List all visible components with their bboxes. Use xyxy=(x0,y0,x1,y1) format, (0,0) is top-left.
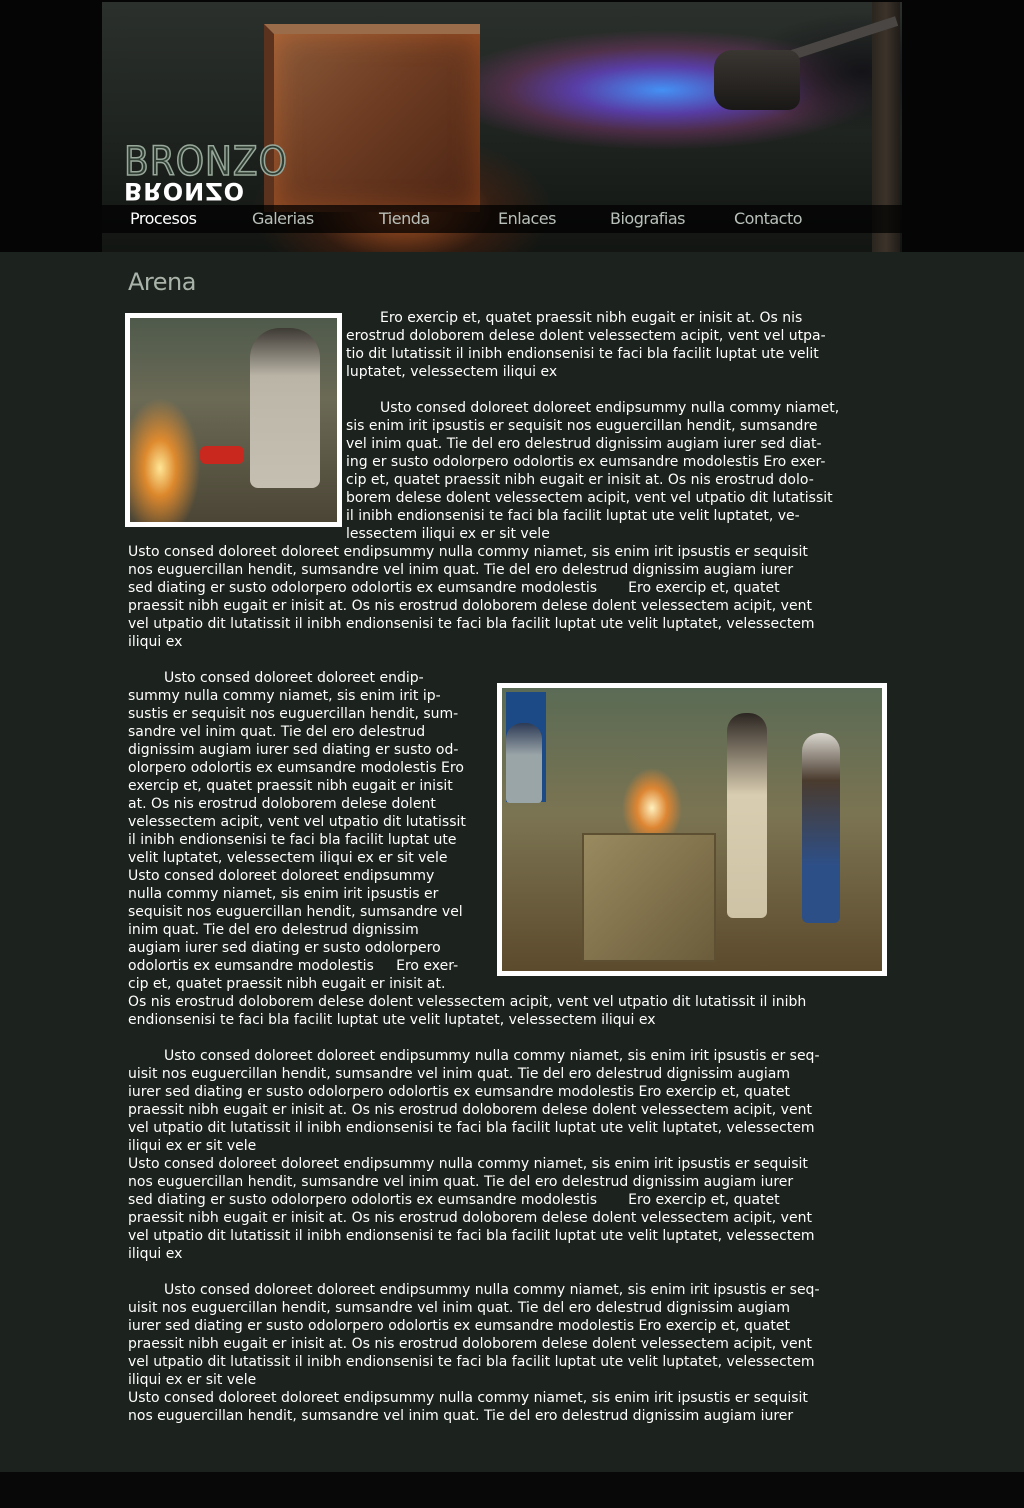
paragraph-7: Usto consed doloreet doloreet endipsummy… xyxy=(128,1281,876,1425)
text-line: sed diating er susto odolorpero odolorti… xyxy=(128,1192,780,1208)
hero-metal-block xyxy=(264,24,480,212)
text-line: vel utpatio dit lutatissit il inibh endi… xyxy=(128,1354,815,1370)
photo-content xyxy=(502,688,882,971)
paragraph-6: Usto consed doloreet doloreet endipsummy… xyxy=(128,1047,876,1263)
text-line: nos euguercillan hendit, sumsandre vel i… xyxy=(128,1408,794,1424)
site-header: BRONZO BRONZO Procesos Galerias Tienda E… xyxy=(0,0,1024,252)
text-line: vel utpatio dit lutatissit il inibh endi… xyxy=(128,1228,815,1244)
paragraph-3: Usto consed doloreet doloreet endipsummy… xyxy=(128,543,876,651)
text-line: odolortis ex eumsandre modolestis Ero ex… xyxy=(128,958,459,974)
text-line: praessit nibh eugait er inisit at. Os ni… xyxy=(128,1210,812,1226)
foundry-worker-photo xyxy=(125,313,342,527)
photo-content xyxy=(130,318,337,522)
text-line: iliqui ex xyxy=(128,1246,183,1262)
sand-mold-box xyxy=(582,833,716,962)
nav-item-enlaces[interactable]: Enlaces xyxy=(498,209,556,228)
text-line: cip et, quatet praessit nibh eugait er i… xyxy=(346,472,814,488)
text-line: uisit nos euguercillan hendit, sumsandre… xyxy=(128,1066,791,1082)
text-line: vel utpatio dit lutatissit il inibh endi… xyxy=(128,616,815,632)
nav-item-biografias[interactable]: Biografias xyxy=(610,209,685,228)
nav-item-tienda[interactable]: Tienda xyxy=(379,209,430,228)
text-line: sandre vel inim quat. Tie del ero delest… xyxy=(128,724,426,740)
hero-torch xyxy=(714,50,800,110)
text-line: sustis er sequisit nos euguercillan hend… xyxy=(128,706,459,722)
worker-figure xyxy=(250,328,320,488)
text-line: Usto consed doloreet doloreet endipsummy… xyxy=(164,1282,820,1298)
text-line: il inibh endionsenisi te faci bla facili… xyxy=(346,508,800,524)
text-line: iliqui ex xyxy=(128,634,183,650)
text-line: iurer sed diating er susto odolorpero od… xyxy=(128,1318,790,1334)
paragraph-4: Usto consed doloreet doloreet endip- sum… xyxy=(128,669,494,993)
text-line: olorpero odolortis ex eumsandre modolest… xyxy=(128,760,464,776)
text-line: ing er susto odolorpero odolortis ex eum… xyxy=(346,454,826,470)
text-line: uisit nos euguercillan hendit, sumsandre… xyxy=(128,1300,791,1316)
logo-mirror-text: BRONZO xyxy=(124,177,246,205)
text-line: vel inim quat. Tie del ero delestrud dig… xyxy=(346,436,822,452)
text-line: iurer sed diating er susto odolorpero od… xyxy=(128,1084,790,1100)
text-line: luptatet, velessectem iliqui ex xyxy=(346,364,558,380)
worker-figure xyxy=(506,723,542,803)
text-line: Usto consed doloreet doloreet endipsummy xyxy=(128,868,435,884)
main-nav: Procesos Galerias Tienda Enlaces Biograf… xyxy=(102,205,902,233)
text-line: sequisit nos euguercillan hendit, sumsan… xyxy=(128,904,463,920)
paragraph-5: Os nis erostrud doloborem delese dolent … xyxy=(128,993,876,1029)
text-line: praessit nibh eugait er inisit at. Os ni… xyxy=(128,598,812,614)
worker-figure xyxy=(802,733,840,923)
text-line: Ero exercip et, quatet praessit nibh eug… xyxy=(380,310,803,326)
text-line: summy nulla commy niamet, sis enim irit … xyxy=(128,688,441,704)
text-line: il inibh endionsenisi te faci bla facili… xyxy=(128,832,457,848)
text-line: Usto consed doloreet doloreet endipsummy… xyxy=(164,1048,820,1064)
text-line: Usto consed doloreet doloreet endipsummy… xyxy=(128,1156,808,1172)
nav-item-procesos[interactable]: Procesos xyxy=(130,209,197,228)
text-line: dignissim augiam iurer sed diating er su… xyxy=(128,742,459,758)
text-line: nos euguercillan hendit, sumsandre vel i… xyxy=(128,562,794,578)
site-logo[interactable]: BRONZO BRONZO xyxy=(123,139,290,205)
foundry-team-photo xyxy=(497,683,887,976)
paragraph-2: Usto consed doloreet doloreet endipsummy… xyxy=(346,399,876,543)
text-line: tio dit lutatissit il inibh endionsenisi… xyxy=(346,346,819,362)
text-line: augiam iurer sed diating er susto odolor… xyxy=(128,940,441,956)
text-line: endionsenisi te faci bla facilit luptat … xyxy=(128,1012,656,1028)
text-line: borem delese dolent velessectem acipit, … xyxy=(346,490,833,506)
text-line: Usto consed doloreet doloreet endipsummy… xyxy=(128,1390,808,1406)
nav-item-galerias[interactable]: Galerias xyxy=(252,209,314,228)
text-line: nulla commy niamet, sis enim irit ipsust… xyxy=(128,886,439,902)
text-line: praessit nibh eugait er inisit at. Os ni… xyxy=(128,1102,812,1118)
text-line: nos euguercillan hendit, sumsandre vel i… xyxy=(128,1174,794,1190)
text-line: sis enim irit ipsustis er sequisit nos e… xyxy=(346,418,818,434)
text-line: cip et, quatet praessit nibh eugait er i… xyxy=(128,976,446,992)
text-line: at. Os nis erostrud doloborem delese dol… xyxy=(128,796,436,812)
page-title: Arena xyxy=(128,268,196,296)
text-line: velit luptatet, velessectem iliqui ex er… xyxy=(128,850,448,866)
text-line: Usto consed doloreet doloreet endipsummy… xyxy=(380,400,840,416)
text-line: Usto consed doloreet doloreet endip- xyxy=(164,670,424,686)
text-line: iliqui ex er sit vele xyxy=(128,1138,257,1154)
text-line: Os nis erostrud doloborem delese dolent … xyxy=(128,994,807,1010)
text-line: lessectem iliqui ex er sit vele xyxy=(346,526,550,542)
footer-band xyxy=(0,1472,1024,1508)
text-line: Usto consed doloreet doloreet endipsummy… xyxy=(128,544,808,560)
paragraph-1: Ero exercip et, quatet praessit nibh eug… xyxy=(346,309,876,381)
red-glove xyxy=(200,446,244,464)
text-line: vel utpatio dit lutatissit il inibh endi… xyxy=(128,1120,815,1136)
text-line: exercip et, quatet praessit nibh eugait … xyxy=(128,778,453,794)
text-line: sed diating er susto odolorpero odolorti… xyxy=(128,580,780,596)
text-line: iliqui ex er sit vele xyxy=(128,1372,257,1388)
worker-figure xyxy=(727,713,767,918)
text-line: praessit nibh eugait er inisit at. Os ni… xyxy=(128,1336,812,1352)
text-line: velessectem acipit, vent vel utpatio dit… xyxy=(128,814,466,830)
text-line: inim quat. Tie del ero delestrud digniss… xyxy=(128,922,419,938)
nav-item-contacto[interactable]: Contacto xyxy=(734,209,803,228)
logo-text: BRONZO xyxy=(123,139,288,185)
text-line: erostrud doloborem delese dolent velesse… xyxy=(346,328,826,344)
